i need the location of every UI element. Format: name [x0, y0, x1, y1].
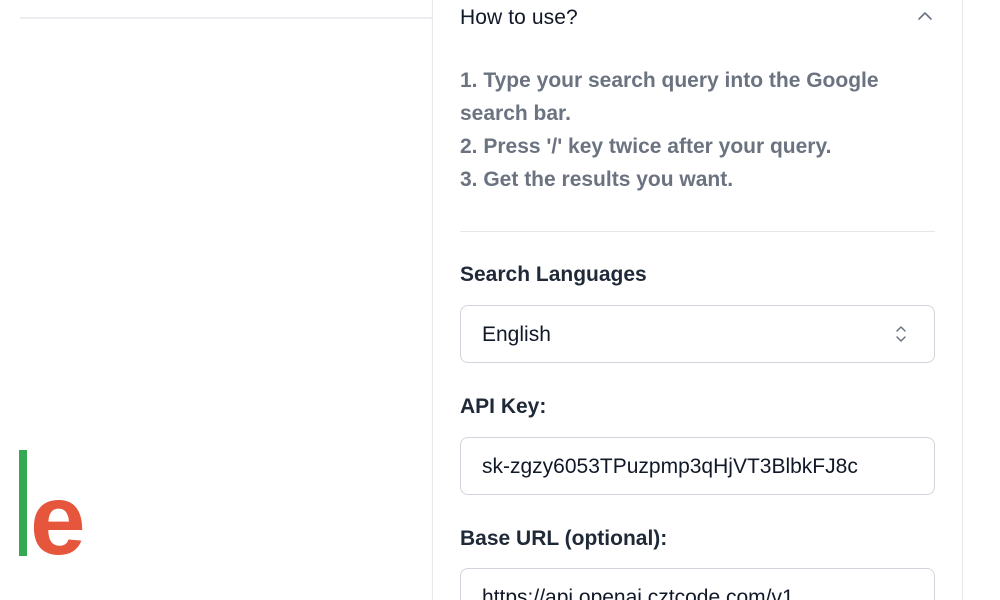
instruction-step-3: 3. Get the results you want.	[460, 168, 734, 191]
chevron-up-icon[interactable]	[917, 10, 933, 22]
api-key-label: API Key:	[460, 395, 547, 418]
instruction-step-2: 2. Press '/' key twice after your query.	[460, 135, 832, 158]
logo-letter-e: e	[30, 464, 86, 570]
base-url-input[interactable]: https://api.openai.cztcode.com/v1	[460, 568, 935, 600]
base-url-value: https://api.openai.cztcode.com/v1	[482, 586, 794, 600]
api-key-input[interactable]: sk-zgzy6053TPuzpmp3qHjVT3BlbkFJ8c	[460, 437, 935, 495]
base-url-label: Base URL (optional):	[460, 527, 668, 550]
search-language-value: English	[482, 323, 551, 346]
instruction-step-1: 1. Type your search query into the Googl…	[460, 69, 879, 92]
chevron-up-down-icon	[896, 326, 906, 342]
google-logo-fragment: e	[19, 450, 86, 570]
logo-green-bar	[19, 450, 27, 556]
top-divider	[20, 17, 440, 19]
search-languages-label: Search Languages	[460, 263, 647, 286]
how-to-use-accordion-header[interactable]: How to use?	[460, 0, 935, 40]
how-to-use-instructions: 1. Type your search query into the Googl…	[460, 64, 940, 196]
search-language-select[interactable]: English	[460, 305, 935, 363]
page: e How to use? 1. Type your search query …	[0, 0, 1000, 600]
accordion-title: How to use?	[460, 6, 578, 29]
settings-panel: How to use? 1. Type your search query in…	[432, 0, 963, 600]
section-divider	[460, 231, 935, 232]
api-key-value: sk-zgzy6053TPuzpmp3qHjVT3BlbkFJ8c	[482, 455, 858, 478]
instruction-step-1-continued: search bar.	[460, 102, 571, 125]
